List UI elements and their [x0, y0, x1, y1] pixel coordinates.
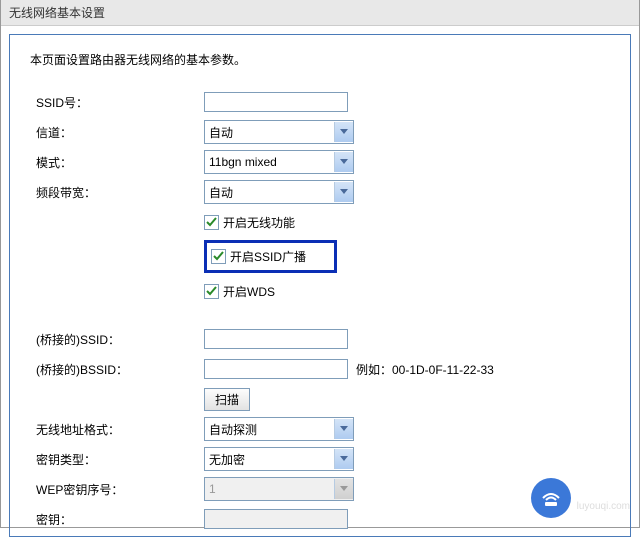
channel-value: 自动	[209, 124, 233, 141]
dropdown-arrow-icon	[334, 419, 353, 439]
settings-panel: 本页面设置路由器无线网络的基本参数。 SSID号： 信道： 自动 模式： 11b…	[9, 34, 631, 537]
ssid-input[interactable]	[204, 92, 348, 112]
bandwidth-select[interactable]: 自动	[204, 180, 354, 204]
bridged-ssid-label: (桥接的)SSID：	[30, 331, 204, 348]
bridged-bssid-label: (桥接的)BSSID：	[30, 361, 204, 378]
watermark-text: 路由器 luyouqi.com	[577, 484, 630, 512]
enable-wds-label: 开启WDS	[223, 283, 275, 300]
scan-button[interactable]: 扫描	[204, 388, 250, 411]
dropdown-arrow-icon	[334, 122, 353, 142]
wep-index-label: WEP密钥序号：	[30, 481, 204, 498]
enable-wds-checkbox[interactable]	[204, 284, 219, 299]
dropdown-arrow-icon	[334, 449, 353, 469]
dropdown-arrow-icon	[334, 182, 353, 202]
ssid-broadcast-highlight: 开启SSID广播	[204, 240, 337, 273]
dropdown-arrow-icon	[334, 479, 353, 499]
panel-title: 无线网络基本设置	[1, 0, 639, 26]
dropdown-arrow-icon	[334, 152, 353, 172]
key-input	[204, 509, 348, 529]
watermark: 路由器 luyouqi.com	[531, 478, 630, 518]
wep-index-value: 1	[209, 482, 216, 496]
bandwidth-label: 频段带宽：	[30, 184, 204, 201]
key-type-value: 无加密	[209, 451, 245, 468]
mode-select[interactable]: 11bgn mixed	[204, 150, 354, 174]
mac-format-label: 无线地址格式：	[30, 421, 204, 438]
bridged-ssid-input[interactable]	[204, 329, 348, 349]
router-icon	[531, 478, 571, 518]
bridged-bssid-input[interactable]	[204, 359, 348, 379]
bandwidth-value: 自动	[209, 184, 233, 201]
channel-label: 信道：	[30, 124, 204, 141]
mode-label: 模式：	[30, 154, 204, 171]
ssid-label: SSID号：	[30, 94, 204, 111]
mac-format-value: 自动探测	[209, 421, 257, 438]
key-type-label: 密钥类型：	[30, 451, 204, 468]
key-type-select[interactable]: 无加密	[204, 447, 354, 471]
bssid-hint: 例如：00-1D-0F-11-22-33	[356, 361, 494, 378]
enable-ssid-broadcast-checkbox[interactable]	[211, 249, 226, 264]
key-label: 密钥：	[30, 511, 204, 528]
mode-value: 11bgn mixed	[209, 155, 277, 169]
channel-select[interactable]: 自动	[204, 120, 354, 144]
panel-description: 本页面设置路由器无线网络的基本参数。	[30, 51, 610, 68]
enable-ssid-broadcast-label: 开启SSID广播	[230, 248, 306, 265]
mac-format-select[interactable]: 自动探测	[204, 417, 354, 441]
enable-wireless-label: 开启无线功能	[223, 214, 295, 231]
wep-index-select: 1	[204, 477, 354, 501]
enable-wireless-checkbox[interactable]	[204, 215, 219, 230]
